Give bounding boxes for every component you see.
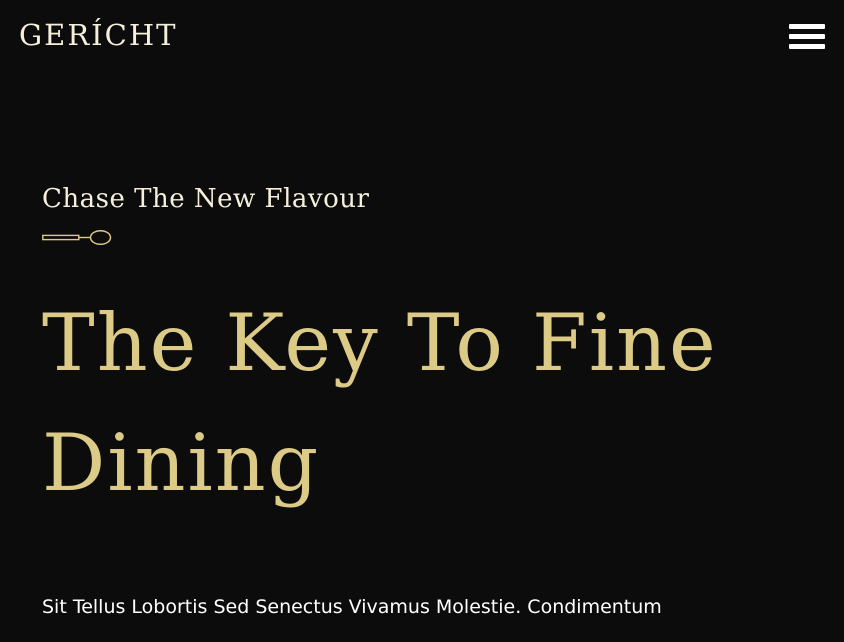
logo[interactable]: GERÍCHT	[19, 18, 177, 52]
hamburger-bar	[789, 44, 825, 49]
hamburger-menu-icon[interactable]	[789, 24, 825, 50]
spoon-icon	[42, 229, 112, 246]
hero-page: GERÍCHT Chase The New Flavour The Key To…	[0, 0, 844, 642]
hero-headline: The Key To Fine Dining	[42, 297, 718, 509]
hamburger-bar	[789, 24, 825, 29]
navbar: GERÍCHT	[0, 0, 844, 76]
hamburger-bar	[789, 34, 825, 39]
hero-paragraph: Sit Tellus Lobortis Sed Senectus Vivamus…	[42, 596, 662, 618]
hero-subtitle: Chase The New Flavour	[42, 184, 370, 214]
